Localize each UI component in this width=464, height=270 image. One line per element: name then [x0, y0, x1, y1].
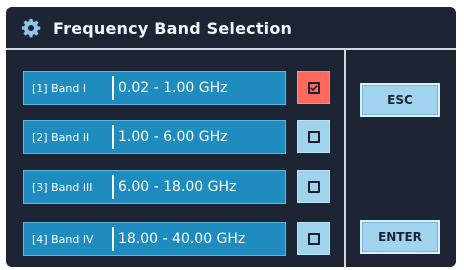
dialog-titlebar: Frequency Band Selection [6, 7, 456, 48]
band-range: 6.00 - 18.00 GHz [118, 179, 237, 195]
band-3-checkbox[interactable] [297, 170, 330, 203]
band-row-2[interactable]: [2] Band II 1.00 - 6.00 GHz [23, 120, 286, 154]
band-range: 18.00 - 40.00 GHz [118, 231, 246, 247]
checkbox-empty-icon [307, 232, 320, 245]
band-range: 1.00 - 6.00 GHz [118, 129, 228, 145]
frequency-band-dialog: Frequency Band Selection [1] Band I 0.02… [6, 7, 456, 267]
esc-button[interactable]: ESC [360, 83, 440, 117]
checkbox-empty-icon [307, 180, 320, 193]
band-label: [3] Band III [32, 180, 93, 194]
band-row-1[interactable]: [1] Band I 0.02 - 1.00 GHz [23, 71, 286, 105]
band-range: 0.02 - 1.00 GHz [118, 80, 228, 96]
enter-button[interactable]: ENTER [360, 220, 440, 254]
band-label: [2] Band II [32, 130, 90, 144]
title-divider [6, 48, 456, 50]
band-label: [1] Band I [32, 81, 87, 95]
band-label: [4] Band IV [32, 232, 94, 246]
vertical-divider [344, 50, 346, 267]
band-1-checkbox[interactable] [297, 71, 330, 104]
checkbox-checked-icon [307, 81, 320, 94]
checkbox-empty-icon [307, 130, 320, 143]
band-row-4[interactable]: [4] Band IV 18.00 - 40.00 GHz [23, 222, 286, 256]
dialog-title: Frequency Band Selection [53, 19, 293, 38]
band-row-3[interactable]: [3] Band III 6.00 - 18.00 GHz [23, 170, 286, 204]
band-2-checkbox[interactable] [297, 120, 330, 153]
gear-icon [21, 18, 41, 38]
band-4-checkbox[interactable] [297, 222, 330, 255]
